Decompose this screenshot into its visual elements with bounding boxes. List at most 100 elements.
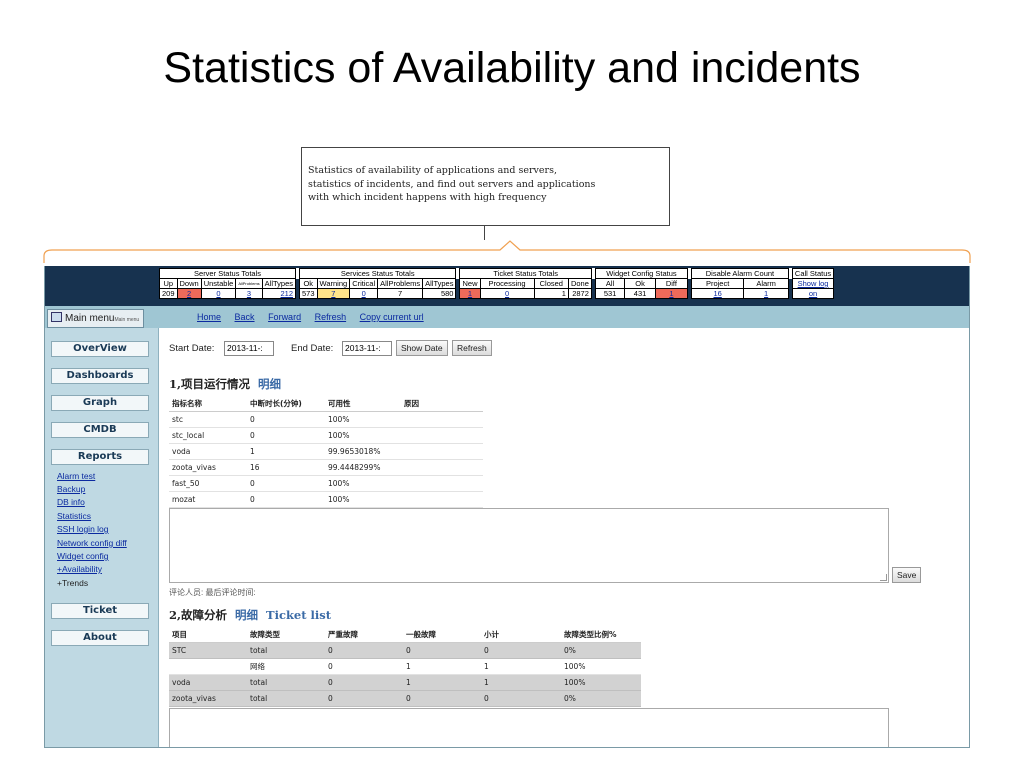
group-widget-status: Widget Config Status [594, 268, 688, 279]
col-allproblems: AllProblems [377, 278, 424, 289]
refresh-button[interactable]: Refresh [452, 340, 492, 356]
val-ok: 573 [299, 288, 318, 299]
group-services-status: Services Status Totals [299, 268, 457, 279]
availability-table: 指标名称 中断时长(分钟) 可用性 原因 stc 0 100% stc_local 0… [169, 396, 483, 508]
sidebar-dashboards-button[interactable]: Dashboards [51, 368, 149, 384]
col-alarm: Alarm [743, 278, 789, 289]
table-row: STC total 0 0 0 0% [169, 642, 641, 659]
val-allproblems: 7 [377, 288, 424, 299]
nav-refresh-link[interactable]: Refresh [315, 312, 347, 322]
col-allproblems: AllProblems [235, 278, 263, 289]
col-subtotal: 小计 [481, 627, 561, 643]
val-project[interactable]: 16 [690, 288, 745, 299]
show-log-link[interactable]: Show log [791, 278, 835, 289]
main-menu-label: Main menu [65, 313, 115, 324]
section1-title: 1,项目运行情况 明细 [169, 377, 282, 391]
val-new[interactable]: 1 [459, 288, 481, 299]
callout-box: Statistics of availability of applicatio… [301, 147, 670, 226]
save-button[interactable]: Save [892, 567, 922, 583]
col-ok: Ok [624, 278, 656, 289]
col-ratio: 故障类型比例% [561, 627, 641, 643]
table-row: zoota_vivas total 0 0 0 0% [169, 690, 641, 707]
nav-back-link[interactable]: Back [235, 312, 255, 322]
section2-title: 2,故障分析 明细 Ticket list [169, 608, 332, 622]
col-fault-type: 故障类型 [247, 627, 325, 643]
report-statistics-link[interactable]: Statistics [57, 511, 91, 521]
col-critical: Critical [349, 278, 379, 289]
report-network-diff-link[interactable]: Network config diff [57, 538, 127, 548]
val-all: 531 [594, 288, 626, 299]
nav-home-link[interactable]: Home [197, 312, 221, 322]
col-new: New [459, 278, 481, 289]
comment-meta: 评论人员: 最后评论时间: [169, 588, 256, 597]
nav-links: Home Back Forward Refresh Copy current u… [197, 309, 435, 326]
sidebar-about-button[interactable]: About [51, 630, 149, 646]
section2-detail-link[interactable]: 明细 [235, 608, 258, 622]
col-down: Down [176, 278, 202, 289]
col-diff: Diff [654, 278, 688, 289]
col-downtime: 中断时长(分钟) [247, 396, 325, 412]
col-metric: 指标名称 [169, 396, 247, 412]
section1-detail-link[interactable]: 明细 [258, 377, 281, 391]
table-row: voda total 0 1 1 100% [169, 674, 641, 691]
report-backup-link[interactable]: Backup [57, 484, 85, 494]
start-date-input[interactable]: 2013-11-: [224, 341, 274, 356]
status-bar: Server Status Totals Services Status Tot… [45, 266, 969, 306]
table-row: stc_local 0 100% [169, 427, 483, 444]
table-row: mozat 0 100% [169, 491, 483, 508]
col-reason: 原因 [401, 396, 483, 412]
val-widget-ok: 431 [624, 288, 656, 299]
sidebar: OverView Dashboards Graph CMDB Reports A… [45, 328, 159, 747]
val-call-status[interactable]: on [791, 288, 835, 299]
nav-copy-url-link[interactable]: Copy current url [360, 312, 424, 322]
report-alarm-test-link[interactable]: Alarm test [57, 471, 95, 481]
group-server-status: Server Status Totals [158, 268, 297, 279]
report-widget-config-link[interactable]: Widget config [57, 551, 109, 561]
sidebar-overview-button[interactable]: OverView [51, 341, 149, 357]
col-project: 项目 [169, 627, 247, 643]
val-diff[interactable]: 1 [654, 288, 688, 299]
report-availability-link[interactable]: +Availability [57, 564, 102, 574]
col-warning: Warning [316, 278, 351, 289]
table-row: fast_50 0 100% [169, 475, 483, 492]
resize-grip-icon[interactable] [880, 574, 887, 581]
nav-strip [45, 306, 969, 328]
val-alarm[interactable]: 1 [743, 288, 789, 299]
group-alarm-count: Disable Alarm Count [690, 268, 789, 279]
col-closed: Closed [533, 278, 569, 289]
val-critical[interactable]: 0 [349, 288, 379, 299]
val-done: 2872 [567, 288, 592, 299]
table-row: voda 1 99.9653018% [169, 443, 483, 460]
show-date-button[interactable]: Show Date [396, 340, 448, 356]
comment-textarea-2[interactable] [169, 708, 889, 747]
val-down[interactable]: 2 [176, 288, 202, 299]
ticket-list-link[interactable]: Ticket list [266, 608, 331, 622]
sidebar-ticket-button[interactable]: Ticket [51, 603, 149, 619]
main-menu-sublabel: Main menu [114, 317, 140, 323]
group-call-status: Call Status [791, 268, 835, 279]
sidebar-reports-button[interactable]: Reports [51, 449, 149, 465]
sidebar-graph-button[interactable]: Graph [51, 395, 149, 411]
report-ssh-log-link[interactable]: SSH login log [57, 524, 109, 534]
col-severe: 严重故障 [325, 627, 403, 643]
val-alltypes[interactable]: 212 [261, 288, 297, 299]
comment-textarea[interactable] [169, 508, 889, 583]
end-date-input[interactable]: 2013-11-: [342, 341, 392, 356]
nav-forward-link[interactable]: Forward [268, 312, 301, 322]
col-unstable: Unstable [200, 278, 237, 289]
val-unstable[interactable]: 0 [200, 288, 237, 299]
val-alltypes: 580 [422, 288, 457, 299]
val-warning[interactable]: 7 [316, 288, 351, 299]
val-allproblems[interactable]: 3 [235, 288, 263, 299]
col-project: Project [690, 278, 745, 289]
col-all: All [594, 278, 626, 289]
group-ticket-status: Ticket Status Totals [459, 268, 592, 279]
sidebar-cmdb-button[interactable]: CMDB [51, 422, 149, 438]
app-window: Server Status Totals Services Status Tot… [44, 266, 970, 748]
end-date-label: End Date: [291, 343, 334, 354]
report-db-info-link[interactable]: DB info [57, 497, 85, 507]
val-processing[interactable]: 0 [479, 288, 535, 299]
main-menu-button[interactable]: Main menuMain menu [47, 309, 145, 328]
slide-title: Statistics of Availability and incidents [163, 44, 861, 92]
report-trends-toggle[interactable]: +Trends [57, 578, 88, 588]
